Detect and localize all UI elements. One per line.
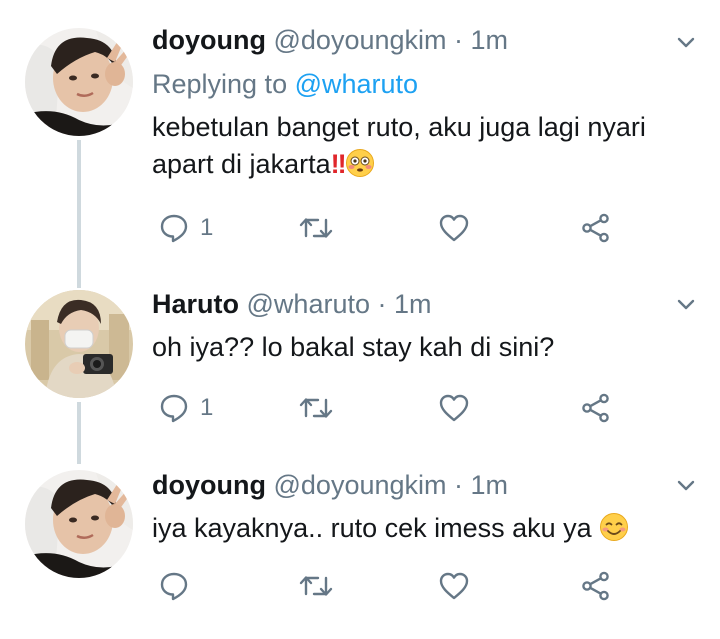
user-handle[interactable]: @doyoungkim — [274, 470, 447, 500]
replying-to-label: Replying to — [152, 69, 288, 99]
retweet-button[interactable] — [298, 208, 334, 248]
retweet-icon — [299, 218, 333, 238]
like-button[interactable] — [438, 566, 470, 606]
double-exclamation-emoji: !! — [330, 149, 347, 179]
tweet-text-line: oh iya?? lo bakal stay kah di sini? — [152, 332, 555, 362]
timestamp[interactable]: 1m — [471, 25, 509, 55]
tweet-actions: 1 — [152, 388, 632, 428]
smiling-face-emoji — [600, 513, 629, 541]
share-icon — [582, 393, 609, 423]
share-button[interactable] — [580, 388, 612, 428]
separator-dot: · — [454, 25, 464, 55]
reply-button[interactable]: 1 — [158, 208, 213, 248]
flushed-face-emoji — [345, 149, 374, 177]
reply-count: 1 — [200, 214, 214, 241]
heart-icon — [439, 572, 469, 600]
display-name[interactable]: doyoung — [152, 470, 266, 500]
display-name[interactable]: doyoung — [152, 25, 266, 55]
display-name[interactable]: Haruto — [152, 289, 239, 319]
tweet-2[interactable]: Haruto @wharuto · 1m oh iya?? lo bakal s… — [0, 270, 720, 450]
conversation-thread: doyoung @doyoungkim · 1m Replying to @wh… — [0, 0, 720, 639]
mention-link[interactable]: @wharuto — [295, 69, 418, 99]
user-handle[interactable]: @doyoungkim — [274, 25, 447, 55]
tweet-text: iya kayaknya.. ruto cek imess aku ya — [152, 510, 697, 547]
share-button[interactable] — [580, 208, 612, 248]
tweet-actions — [152, 566, 632, 606]
chevron-down-icon[interactable] — [672, 28, 700, 56]
timestamp[interactable]: 1m — [394, 289, 432, 319]
tweet-text: kebetulan banget ruto, aku juga lagi nya… — [152, 109, 697, 183]
reply-count: 1 — [200, 394, 214, 421]
haruto-avatar[interactable] — [25, 290, 133, 398]
retweet-icon — [299, 398, 333, 418]
tweet-1[interactable]: doyoung @doyoungkim · 1m Replying to @wh… — [0, 0, 720, 270]
tweet-actions: 1 — [152, 208, 632, 248]
retweet-icon — [299, 576, 333, 596]
tweet-header: Haruto @wharuto · 1m — [152, 288, 432, 320]
share-button[interactable] — [580, 566, 612, 606]
reply-icon — [160, 394, 188, 423]
replying-to: Replying to @wharuto — [152, 68, 418, 100]
tweet-text-line-1: iya kayaknya.. ruto cek imess aku ya — [152, 510, 697, 547]
chevron-down-icon[interactable] — [672, 471, 700, 499]
retweet-button[interactable] — [298, 388, 334, 428]
share-icon — [582, 571, 609, 601]
heart-icon — [439, 214, 469, 242]
heart-icon — [439, 394, 469, 422]
tweet-text-fragment: apart di jakarta — [152, 149, 331, 179]
reply-button[interactable] — [158, 566, 200, 606]
like-button[interactable] — [438, 208, 470, 248]
tweet-text: oh iya?? lo bakal stay kah di sini? — [152, 329, 697, 366]
tweet-text-line-2: apart di jakarta!! — [152, 146, 697, 183]
tweet-3[interactable]: doyoung @doyoungkim · 1m iya kayaknya.. … — [0, 450, 720, 639]
doyoung-avatar[interactable] — [25, 28, 133, 136]
like-button[interactable] — [438, 388, 470, 428]
separator-dot: · — [454, 470, 464, 500]
timestamp[interactable]: 1m — [471, 470, 509, 500]
share-icon — [582, 213, 609, 243]
retweet-button[interactable] — [298, 566, 334, 606]
tweet-header: doyoung @doyoungkim · 1m — [152, 469, 508, 501]
reply-icon — [160, 214, 188, 243]
tweet-text-fragment: iya kayaknya.. ruto cek imess aku ya — [152, 513, 592, 543]
reply-button[interactable]: 1 — [158, 388, 213, 428]
doyoung-avatar[interactable] — [25, 470, 133, 578]
separator-dot: · — [377, 289, 387, 319]
tweet-text-line: kebetulan banget ruto, aku juga lagi nya… — [152, 112, 646, 142]
tweet-header: doyoung @doyoungkim · 1m — [152, 24, 508, 56]
chevron-down-icon[interactable] — [672, 290, 700, 318]
user-handle[interactable]: @wharuto — [247, 289, 370, 319]
reply-icon — [160, 572, 188, 601]
